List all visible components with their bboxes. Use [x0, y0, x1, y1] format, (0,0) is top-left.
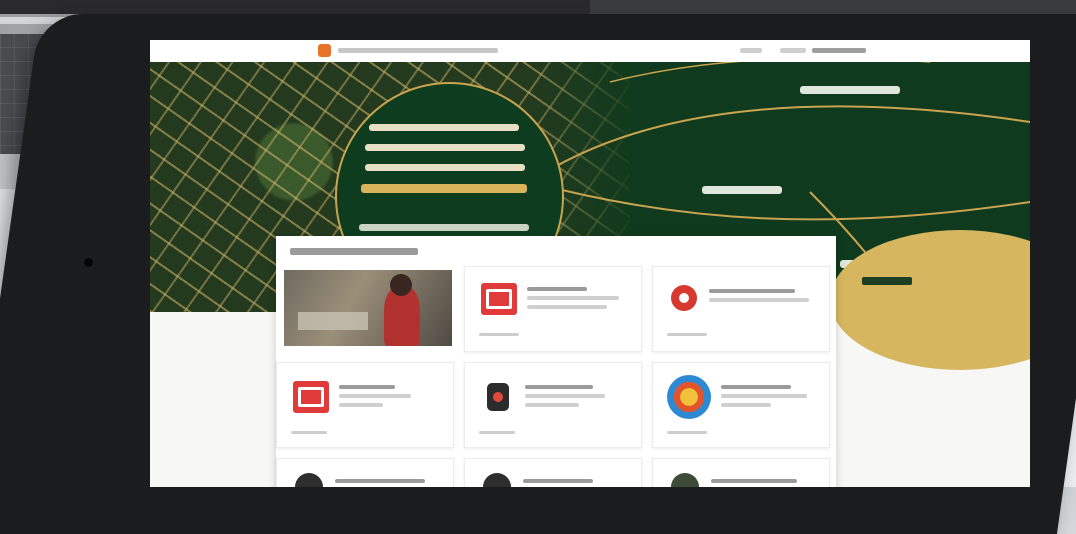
dark-logo-icon — [295, 473, 323, 487]
hero-headline-highlight — [361, 184, 527, 193]
service-card[interactable] — [652, 362, 830, 448]
hero-label-middle[interactable] — [702, 186, 782, 194]
service-card[interactable] — [464, 458, 642, 487]
service-card-tag — [667, 333, 707, 336]
hero-headline-line-3 — [365, 164, 525, 171]
tablet-screen — [150, 40, 1030, 487]
hero-gold-label[interactable] — [862, 277, 912, 285]
service-card-title — [523, 479, 593, 483]
dark-logo-icon — [671, 473, 699, 487]
service-card-title — [339, 385, 395, 389]
service-card-title — [711, 479, 797, 483]
service-card-title — [527, 287, 587, 291]
service-card[interactable] — [652, 458, 830, 487]
hero-label-top[interactable] — [800, 86, 900, 94]
nav-link-2[interactable] — [780, 48, 806, 53]
service-card[interactable] — [276, 458, 454, 487]
service-card[interactable] — [652, 266, 830, 352]
service-card-tag — [479, 333, 519, 336]
service-card-tag — [291, 431, 327, 434]
service-card[interactable] — [464, 266, 642, 352]
red-square-icon — [293, 381, 329, 413]
hero-headline-line-1 — [369, 124, 519, 131]
background-monitor-right — [590, 0, 1076, 14]
dark-logo-icon — [483, 473, 511, 487]
hero-subline — [359, 224, 529, 231]
emblem-icon[interactable] — [318, 44, 331, 57]
nav-link-3[interactable] — [812, 48, 866, 53]
service-card-title — [709, 289, 795, 293]
round-logo-icon — [667, 375, 711, 419]
hero-headline-line-2 — [365, 144, 525, 151]
camera-icon — [84, 258, 93, 267]
red-square-icon — [481, 283, 517, 315]
service-card-title — [721, 385, 791, 389]
service-card-tag — [667, 431, 707, 434]
service-card[interactable] — [276, 362, 454, 448]
services-panel-title — [290, 248, 418, 255]
service-card-tag — [479, 431, 515, 434]
site-header — [150, 40, 1030, 63]
site-title[interactable] — [338, 48, 498, 53]
red-circle-icon — [671, 285, 697, 311]
service-card-title — [335, 479, 425, 483]
service-card-photo[interactable] — [284, 270, 452, 346]
services-panel — [276, 236, 836, 487]
service-card-title — [525, 385, 593, 389]
nav-link-1[interactable] — [740, 48, 762, 53]
emblem-icon — [487, 383, 509, 411]
service-card[interactable] — [464, 362, 642, 448]
